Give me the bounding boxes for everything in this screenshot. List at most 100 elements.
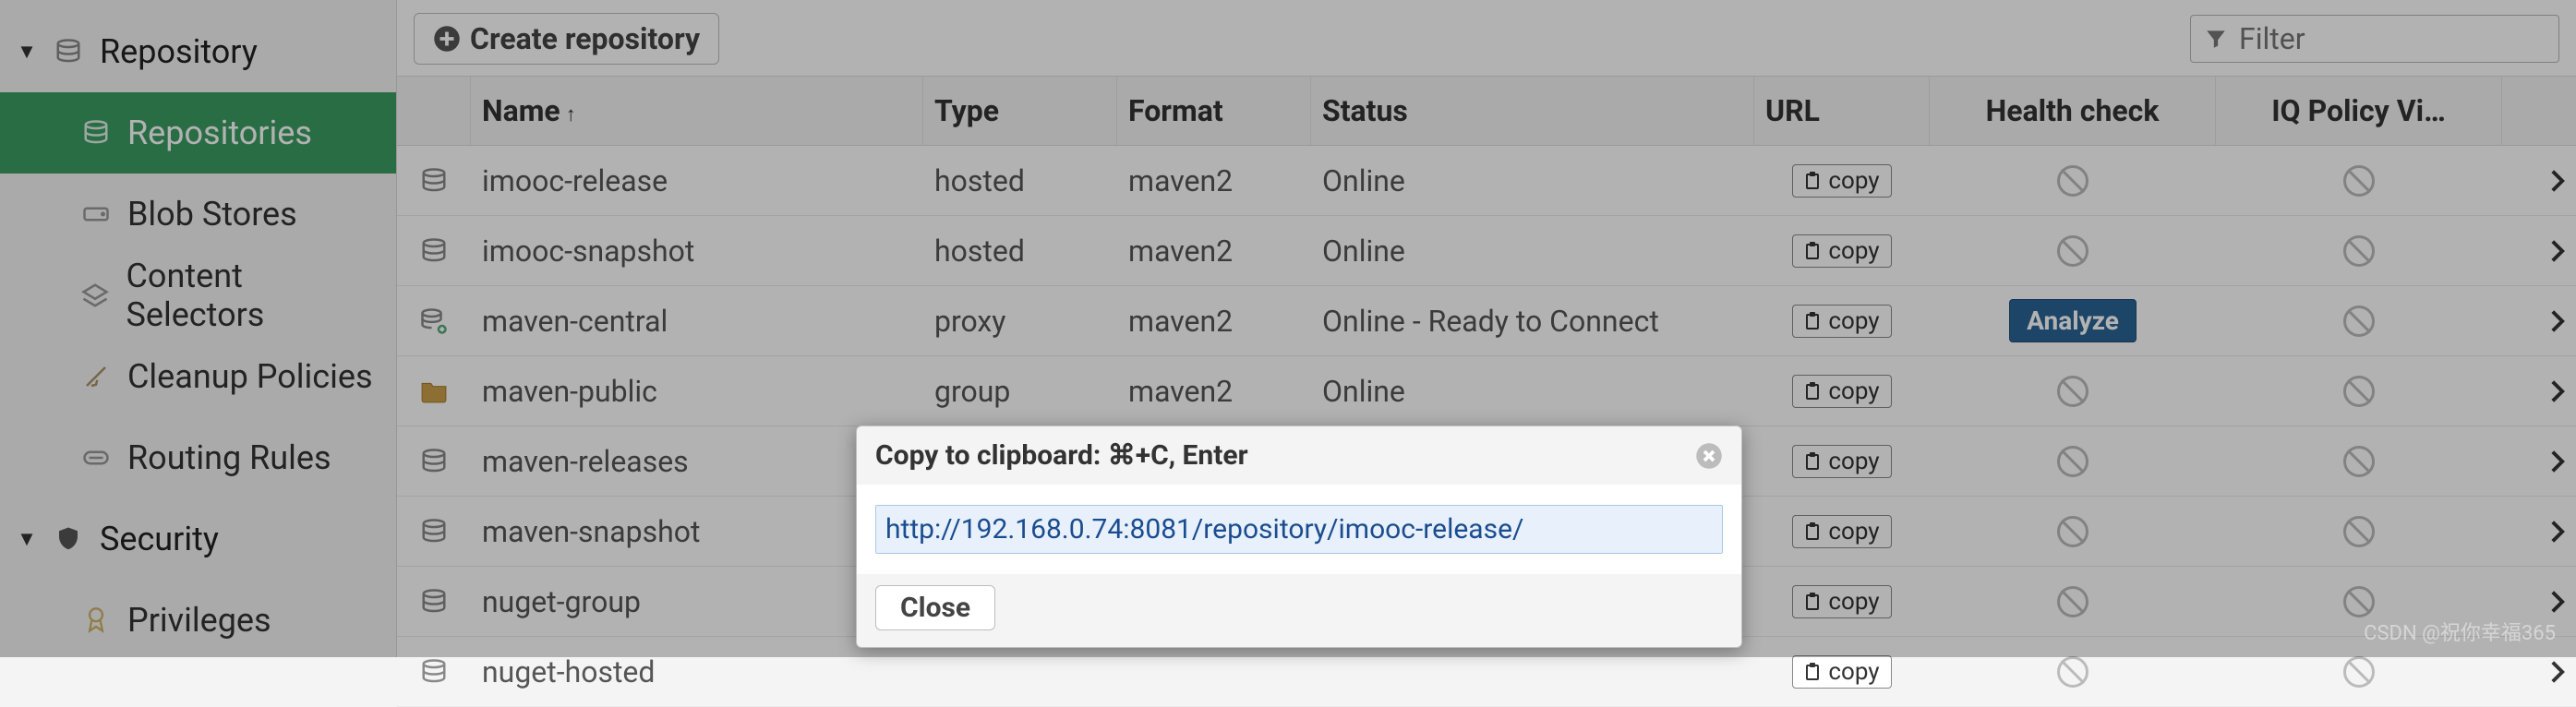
copy-button[interactable]: copy	[1792, 655, 1891, 689]
clipboard-icon	[1804, 522, 1821, 541]
copy-label: copy	[1828, 658, 1879, 686]
sidebar-item-blob-stores[interactable]: Blob Stores	[0, 174, 396, 255]
sidebar-group-security[interactable]: ▼ Security	[0, 498, 396, 580]
filter-box[interactable]	[2190, 15, 2559, 63]
sidebar-item-label: Content Selectors	[126, 257, 380, 334]
cell-url: copy	[1754, 305, 1930, 338]
cell-url: copy	[1754, 515, 1930, 548]
sidebar-item-routing-rules[interactable]: Routing Rules	[0, 417, 396, 498]
copy-button[interactable]: copy	[1792, 585, 1891, 618]
th-health-check[interactable]: Health check	[1930, 77, 2216, 145]
cell-iq	[2216, 586, 2502, 617]
close-button[interactable]: Close	[875, 585, 995, 630]
repo-type-icon	[397, 307, 471, 335]
filter-input[interactable]	[2239, 21, 2546, 56]
repo-type-icon	[397, 379, 471, 403]
table-row[interactable]: imooc-snapshothostedmaven2Onlinecopy	[397, 216, 2576, 286]
th-status[interactable]: Status	[1311, 77, 1754, 145]
cell-health	[1930, 165, 2216, 197]
cell-name: imooc-snapshot	[471, 234, 923, 269]
sidebar-item-repositories[interactable]: Repositories	[0, 92, 396, 174]
chevron-right-icon	[2550, 169, 2565, 193]
sidebar: ▼ Repository Repositories Blob Stores Co…	[0, 0, 397, 657]
cell-iq	[2216, 376, 2502, 407]
sidebar-group-repository[interactable]: ▼ Repository	[0, 11, 396, 92]
sidebar-item-privileges[interactable]: Privileges	[0, 580, 396, 661]
database-icon	[78, 119, 114, 147]
close-icon[interactable]	[1695, 442, 1723, 470]
repo-type-icon	[397, 237, 471, 265]
cell-type: proxy	[923, 304, 1117, 339]
cell-expand[interactable]	[2502, 590, 2576, 614]
chevron-right-icon	[2550, 379, 2565, 403]
copy-label: copy	[1828, 448, 1879, 475]
copy-button[interactable]: copy	[1792, 445, 1891, 478]
cell-health	[1930, 376, 2216, 407]
th-expand	[2502, 77, 2576, 145]
cell-iq	[2216, 235, 2502, 267]
clipboard-icon	[1804, 452, 1821, 471]
copy-url-modal: Copy to clipboard: ⌘+C, Enter Close	[856, 425, 1742, 648]
cell-expand[interactable]	[2502, 520, 2576, 544]
cell-expand[interactable]	[2502, 379, 2576, 403]
clipboard-icon	[1804, 312, 1821, 330]
th-iq-policy[interactable]: IQ Policy Vi…	[2216, 77, 2502, 145]
clipboard-icon	[1804, 172, 1821, 190]
sidebar-group-label: Repository	[100, 32, 258, 71]
table-row[interactable]: maven-publicgroupmaven2Onlinecopy	[397, 356, 2576, 426]
unavailable-icon	[2343, 306, 2375, 337]
copy-button[interactable]: copy	[1792, 164, 1891, 198]
cell-iq	[2216, 446, 2502, 477]
cell-expand[interactable]	[2502, 239, 2576, 263]
cell-format: maven2	[1117, 234, 1311, 269]
sort-asc-icon: ↑	[566, 103, 576, 126]
sidebar-item-content-selectors[interactable]: Content Selectors	[0, 255, 396, 336]
table-row[interactable]: maven-centralproxymaven2Online - Ready t…	[397, 286, 2576, 356]
cell-url: copy	[1754, 655, 1930, 689]
modal-body	[857, 485, 1741, 574]
cell-health	[1930, 516, 2216, 547]
chevron-right-icon	[2550, 449, 2565, 473]
cell-iq	[2216, 656, 2502, 688]
cell-name: maven-central	[471, 304, 923, 339]
repo-type-icon	[397, 588, 471, 616]
cell-expand[interactable]	[2502, 449, 2576, 473]
cell-expand[interactable]	[2502, 660, 2576, 684]
cell-format: maven2	[1117, 374, 1311, 409]
sidebar-item-cleanup-policies[interactable]: Cleanup Policies	[0, 336, 396, 417]
table-row[interactable]: imooc-releasehostedmaven2Onlinecopy	[397, 146, 2576, 216]
copy-label: copy	[1828, 307, 1879, 335]
th-type[interactable]: Type	[923, 77, 1117, 145]
caret-down-icon: ▼	[17, 527, 37, 551]
route-icon	[78, 447, 114, 469]
cell-url: copy	[1754, 445, 1930, 478]
cell-expand[interactable]	[2502, 169, 2576, 193]
shield-icon	[50, 525, 87, 553]
th-url[interactable]: URL	[1754, 77, 1930, 145]
caret-down-icon: ▼	[17, 40, 37, 64]
cell-url: copy	[1754, 585, 1930, 618]
cell-expand[interactable]	[2502, 309, 2576, 333]
url-input[interactable]	[875, 505, 1723, 554]
cell-status: Online	[1311, 163, 1754, 198]
copy-button[interactable]: copy	[1792, 305, 1891, 338]
hdd-icon	[78, 203, 114, 225]
unavailable-icon	[2057, 235, 2088, 267]
unavailable-icon	[2057, 376, 2088, 407]
th-format[interactable]: Format	[1117, 77, 1311, 145]
unavailable-icon	[2343, 516, 2375, 547]
toolbar: Create repository	[397, 0, 2576, 76]
copy-button[interactable]: copy	[1792, 515, 1891, 548]
cell-status: Online - Ready to Connect	[1311, 304, 1754, 339]
copy-button[interactable]: copy	[1792, 375, 1891, 408]
clipboard-icon	[1804, 663, 1821, 681]
sidebar-item-label: Repositories	[127, 114, 312, 152]
unavailable-icon	[2057, 446, 2088, 477]
chevron-right-icon	[2550, 520, 2565, 544]
cell-health	[1930, 656, 2216, 688]
th-name[interactable]: Name↑	[471, 77, 923, 145]
analyze-button[interactable]: Analyze	[2009, 299, 2137, 342]
copy-button[interactable]: copy	[1792, 234, 1891, 268]
sidebar-item-label: Routing Rules	[127, 438, 331, 477]
create-repository-button[interactable]: Create repository	[414, 13, 719, 65]
